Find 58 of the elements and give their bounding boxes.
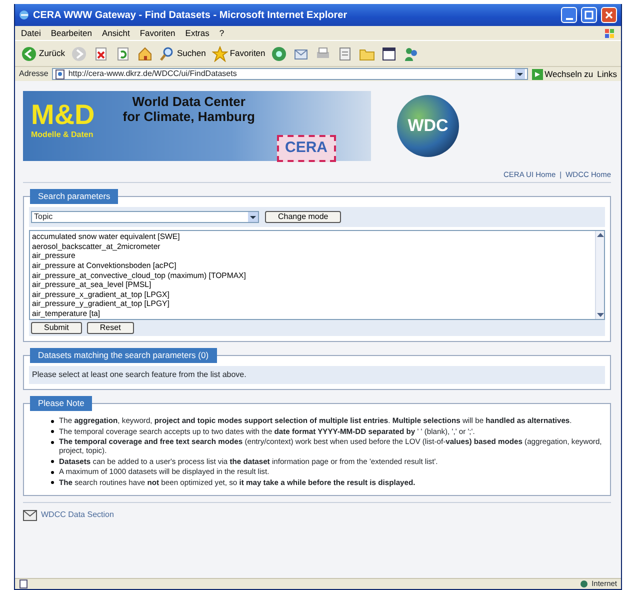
dropdown-icon [248,212,258,222]
wdc-globe-logo: WDC [397,95,459,157]
star-button[interactable]: Favoriten [212,46,266,62]
media-icon[interactable] [271,46,288,62]
menu-item[interactable]: Extras [185,26,210,40]
back-button[interactable]: Zurück [21,46,65,62]
form-button[interactable]: Reset [86,322,134,334]
banner-title: for Climate, Hamburg [122,110,255,125]
window-title: CERA WWW Gateway - Find Datasets - Microsoft Internet Explorer [33,8,348,22]
panel-legend: Please Note [30,396,92,411]
bullet-icon [51,470,54,474]
search-icon [158,46,175,62]
panel-legend: Search parameters [30,189,118,204]
scroll-up-icon [596,231,605,240]
minimize-icon [566,18,572,20]
menu-item[interactable]: ? [219,26,224,40]
minimize-button[interactable] [561,7,577,23]
results-message: Please select at least one search feature from the list above. [29,366,605,384]
close-icon [603,9,615,21]
star-icon [212,46,228,62]
bullet-icon [51,460,54,464]
topic-listbox[interactable] [29,230,605,320]
menu-item[interactable]: Bearbeiten [50,26,92,40]
search-button[interactable]: Suchen [158,46,206,62]
back-icon [21,46,37,62]
close-button[interactable] [601,7,617,23]
links-button[interactable]: Links [597,68,617,80]
globe-icon [580,580,588,588]
cera-logo: CERA [277,135,336,162]
document-icon[interactable] [337,46,354,62]
logo-text: M&D [30,98,95,129]
windows-logo-icon [604,28,615,38]
menu-item[interactable]: Datei [21,26,41,40]
window-icon[interactable] [381,46,398,62]
home-icon[interactable] [136,46,153,62]
bullet-icon [51,430,54,434]
people-icon[interactable] [403,46,420,62]
logo-subtitle: Modelle & Daten [30,129,94,141]
bullet-icon [51,481,54,484]
refresh-icon[interactable] [114,46,131,62]
banner-title: World Data Center [131,95,246,110]
maximize-icon [583,9,595,21]
menu-item[interactable]: Favoriten [140,26,176,40]
go-button[interactable]: Wechseln zu [532,68,594,80]
form-button[interactable]: Submit [31,322,82,334]
address-field[interactable]: http://cera-www.dkrz.de/WDCC/ui/FindDatasets [52,68,528,80]
mode-select[interactable]: Topic [31,211,259,224]
envelope-icon [23,510,37,521]
maximize-button[interactable] [581,7,597,23]
stop-icon[interactable] [92,46,109,62]
address-label: Adresse [19,68,48,80]
footer-link[interactable]: WDCC Data Section [41,509,114,522]
bullet-icon [51,440,54,444]
dropdown-icon [514,69,525,79]
bullet-icon [51,420,54,423]
menu-item[interactable]: Ansicht [102,26,130,40]
change-mode-button[interactable]: Change mode [265,211,342,224]
panel-legend: Datasets matching the search parameters (0) [30,348,217,363]
